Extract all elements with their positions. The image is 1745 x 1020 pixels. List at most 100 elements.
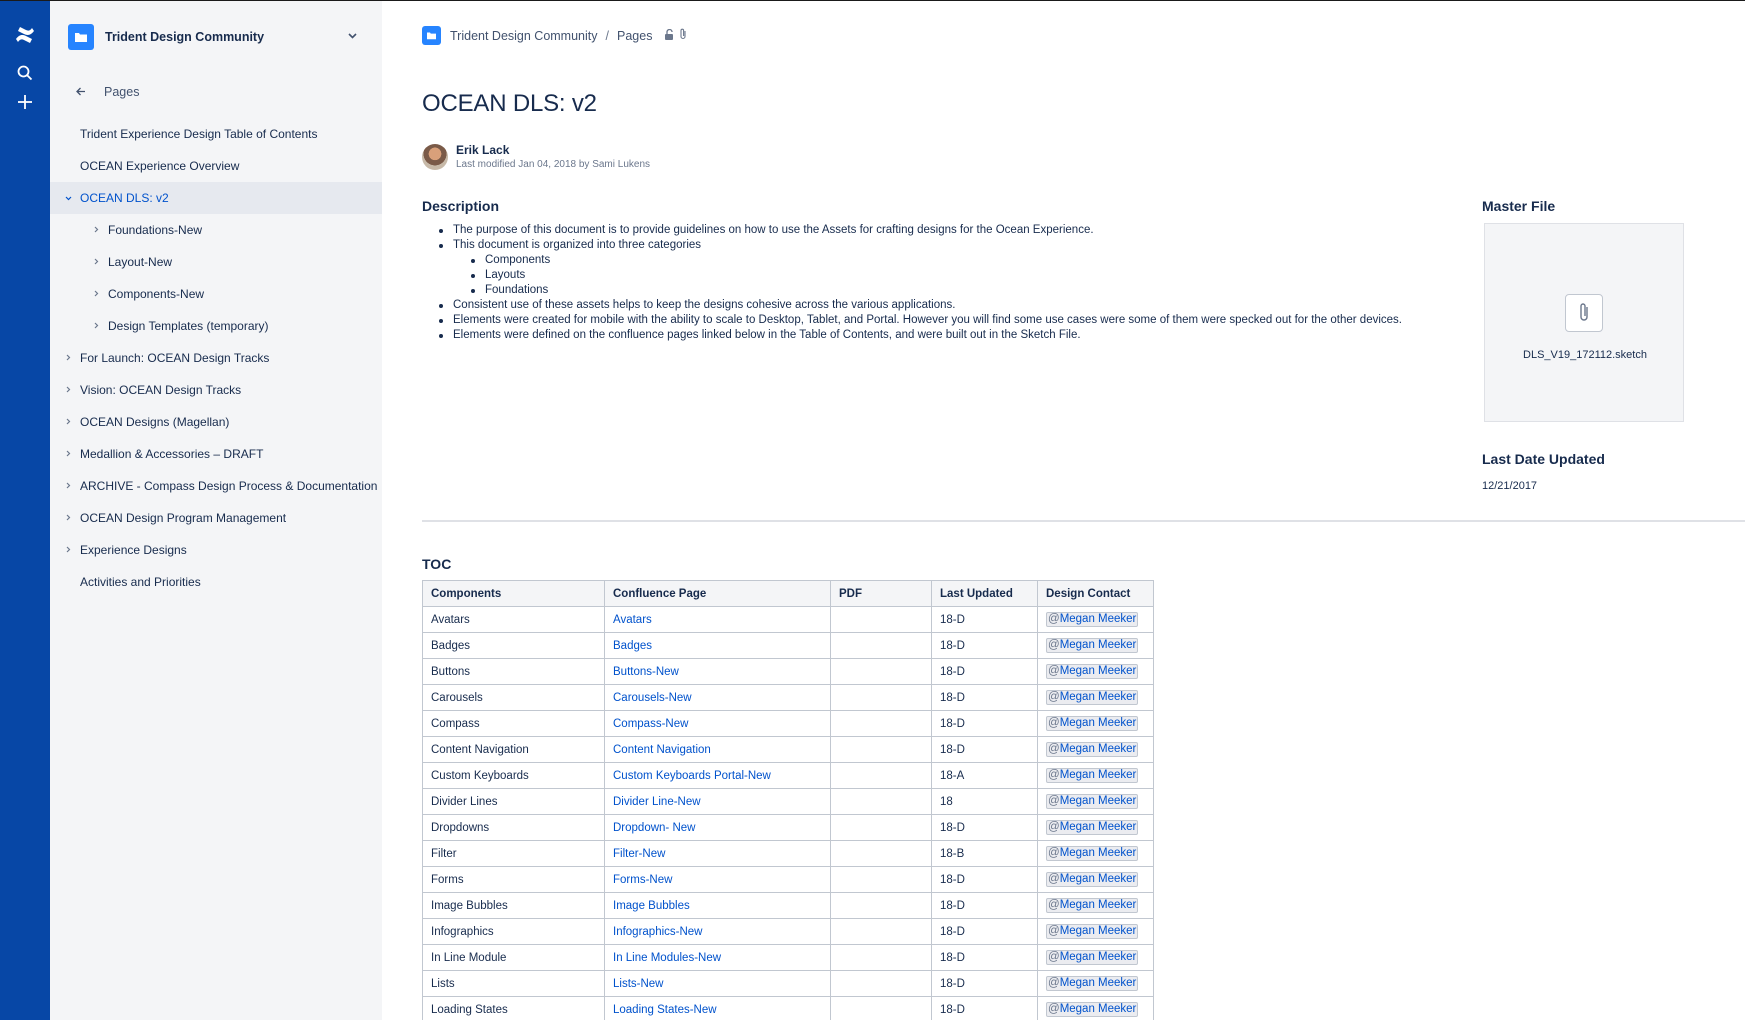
toc-cell-confluence-page-link[interactable]: Infographics-New	[604, 918, 831, 945]
user-mention[interactable]: @Megan Meeker	[1046, 612, 1139, 627]
toc-cell-component: Badges	[422, 632, 605, 659]
breadcrumb-pages-link[interactable]: Pages	[617, 29, 652, 43]
toc-cell-confluence-page-link[interactable]: Lists-New	[604, 970, 831, 997]
table-row: Filter Filter-New 18-B @Megan Meeker	[422, 840, 1154, 867]
table-row: In Line Module In Line Modules-New 18-D @Me…	[422, 944, 1154, 971]
sidebar-item-components-new[interactable]: Components-New	[50, 278, 382, 310]
toc-cell-confluence-page-link[interactable]: Custom Keyboards Portal-New	[604, 762, 831, 789]
sidebar-item-medallion-accessories-draft[interactable]: Medallion & Accessories – DRAFT	[50, 438, 382, 470]
toc-cell-design-contact: @Megan Meeker	[1037, 606, 1154, 633]
toc-cell-last-updated: 18-D	[931, 684, 1038, 711]
toc-cell-component: Content Navigation	[422, 736, 605, 763]
toc-cell-component: Image Bubbles	[422, 892, 605, 919]
toc-cell-confluence-page-link[interactable]: In Line Modules-New	[604, 944, 831, 971]
sidebar-item-for-launch-ocean-design-tracks[interactable]: For Launch: OCEAN Design Tracks	[50, 342, 382, 374]
user-mention[interactable]: @Megan Meeker	[1046, 924, 1139, 939]
sidebar-item-vision-ocean-design-tracks[interactable]: Vision: OCEAN Design Tracks	[50, 374, 382, 406]
author-name[interactable]: Erik Lack	[456, 143, 650, 157]
chevron-right-icon[interactable]	[63, 481, 73, 491]
toc-cell-component: Loading States	[422, 996, 605, 1020]
chevron-right-icon[interactable]	[91, 321, 101, 331]
toc-cell-pdf	[830, 918, 932, 945]
toc-cell-design-contact: @Megan Meeker	[1037, 684, 1154, 711]
sidebar-item-archive-compass-design-process-documentation[interactable]: ARCHIVE - Compass Design Process & Docum…	[50, 470, 382, 502]
sidebar-item-layout-new[interactable]: Layout-New	[50, 246, 382, 278]
chevron-right-icon[interactable]	[63, 353, 73, 363]
toc-cell-confluence-page-link[interactable]: Carousels-New	[604, 684, 831, 711]
chevron-right-icon[interactable]	[91, 257, 101, 267]
chevron-down-icon[interactable]	[346, 30, 358, 42]
user-mention[interactable]: @Megan Meeker	[1046, 664, 1139, 679]
user-mention[interactable]: @Megan Meeker	[1046, 638, 1139, 653]
toc-cell-confluence-page-link[interactable]: Content Navigation	[604, 736, 831, 763]
author-avatar[interactable]	[422, 143, 448, 170]
attachment-icon[interactable]	[679, 28, 687, 43]
sidebar-item-experience-designs[interactable]: Experience Designs	[50, 534, 382, 566]
toc-cell-confluence-page-link[interactable]: Compass-New	[604, 710, 831, 737]
sidebar-item-ocean-experience-overview[interactable]: OCEAN Experience Overview	[50, 150, 382, 182]
user-mention[interactable]: @Megan Meeker	[1046, 794, 1139, 809]
toc-cell-pdf	[830, 606, 932, 633]
chevron-right-icon[interactable]	[63, 513, 73, 523]
master-file-name: DLS_V19_172112.sketch	[1523, 349, 1647, 361]
sidebar-item-foundations-new[interactable]: Foundations-New	[50, 214, 382, 246]
toc-cell-confluence-page-link[interactable]: Filter-New	[604, 840, 831, 867]
confluence-logo-icon[interactable]	[13, 23, 37, 47]
user-mention[interactable]: @Megan Meeker	[1046, 742, 1139, 757]
toc-cell-confluence-page-link[interactable]: Loading States-New	[604, 996, 831, 1020]
description-heading: Description	[422, 198, 500, 214]
chevron-right-icon[interactable]	[63, 385, 73, 395]
user-mention[interactable]: @Megan Meeker	[1046, 716, 1139, 731]
table-row: Divider Lines Divider Line-New 18 @Megan Me…	[422, 788, 1154, 815]
user-mention[interactable]: @Megan Meeker	[1046, 846, 1139, 861]
toc-cell-confluence-page-link[interactable]: Avatars	[604, 606, 831, 633]
toc-cell-last-updated: 18-D	[931, 892, 1038, 919]
toc-cell-confluence-page-link[interactable]: Forms-New	[604, 866, 831, 893]
chevron-right-icon[interactable]	[63, 417, 73, 427]
toc-cell-pdf	[830, 684, 932, 711]
chevron-right-icon[interactable]	[91, 289, 101, 299]
sidebar-item-label: Experience Designs	[80, 543, 187, 557]
user-mention[interactable]: @Megan Meeker	[1046, 1002, 1139, 1017]
table-row: Image Bubbles Image Bubbles 18-D @Megan Mee…	[422, 892, 1154, 919]
mention-name: Megan Meeker	[1059, 639, 1137, 651]
create-icon[interactable]	[13, 90, 37, 114]
mention-name: Megan Meeker	[1059, 769, 1137, 781]
master-file-attachment[interactable]: DLS_V19_172112.sketch	[1484, 223, 1684, 422]
user-mention[interactable]: @Megan Meeker	[1046, 976, 1139, 991]
toc-cell-design-contact: @Megan Meeker	[1037, 814, 1154, 841]
sidebar-item-activities-and-priorities[interactable]: Activities and Priorities	[50, 566, 382, 598]
chevron-right-icon[interactable]	[91, 225, 101, 235]
toc-cell-confluence-page-link[interactable]: Badges	[604, 632, 831, 659]
last-modified-text[interactable]: Last modified Jan 04, 2018 by Sami Luken…	[456, 159, 650, 170]
space-header[interactable]: Trident Design Community	[68, 22, 368, 52]
sidebar-item-ocean-design-program-management[interactable]: OCEAN Design Program Management	[50, 502, 382, 534]
space-name: Trident Design Community	[105, 30, 265, 44]
section-divider	[422, 520, 1745, 522]
toc-cell-confluence-page-link[interactable]: Image Bubbles	[604, 892, 831, 919]
user-mention[interactable]: @Megan Meeker	[1046, 768, 1139, 783]
user-mention[interactable]: @Megan Meeker	[1046, 872, 1139, 887]
toc-cell-confluence-page-link[interactable]: Dropdown- New	[604, 814, 831, 841]
sidebar-item-design-templates-temporary[interactable]: Design Templates (temporary)	[50, 310, 382, 342]
mention-name: Megan Meeker	[1059, 691, 1137, 703]
chevron-right-icon[interactable]	[63, 545, 73, 555]
unlock-icon[interactable]	[664, 28, 674, 43]
toc-cell-confluence-page-link[interactable]: Buttons-New	[604, 658, 831, 685]
toc-col-header: Confluence Page	[604, 580, 831, 607]
breadcrumb-space-link[interactable]: Trident Design Community	[450, 29, 598, 43]
toc-cell-component: Lists	[422, 970, 605, 997]
toc-cell-confluence-page-link[interactable]: Divider Line-New	[604, 788, 831, 815]
user-mention[interactable]: @Megan Meeker	[1046, 690, 1139, 705]
table-row: Content Navigation Content Navigation 18-D…	[422, 736, 1154, 763]
chevron-right-icon[interactable]	[63, 449, 73, 459]
chevron-down-icon[interactable]	[63, 193, 73, 203]
search-icon[interactable]	[13, 61, 37, 85]
user-mention[interactable]: @Megan Meeker	[1046, 820, 1139, 835]
user-mention[interactable]: @Megan Meeker	[1046, 898, 1139, 913]
sidebar-item-ocean-dls-v2[interactable]: OCEAN DLS: v2	[50, 182, 382, 214]
pages-back-link[interactable]: Pages	[76, 85, 139, 99]
user-mention[interactable]: @Megan Meeker	[1046, 950, 1139, 965]
sidebar-item-trident-experience-design-table-of-contents[interactable]: Trident Experience Design Table of Conte…	[50, 118, 382, 150]
sidebar-item-ocean-designs-magellan[interactable]: OCEAN Designs (Magellan)	[50, 406, 382, 438]
